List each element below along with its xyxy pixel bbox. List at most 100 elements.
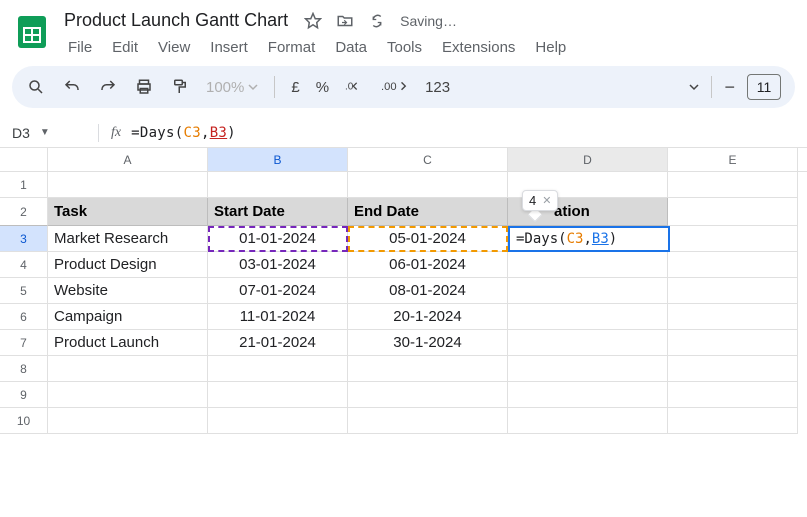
cell-C9[interactable] [348,382,508,408]
cell-B6[interactable]: 11-01-2024 [208,304,348,330]
menu-data[interactable]: Data [327,35,375,60]
cell-A10[interactable] [48,408,208,434]
doc-title[interactable]: Product Launch Gantt Chart [60,8,292,33]
font-size-decrease[interactable]: − [724,77,735,98]
move-folder-icon[interactable] [336,12,354,30]
menu-file[interactable]: File [60,35,100,60]
cell-E3[interactable] [668,226,798,252]
row-header-5[interactable]: 5 [0,278,48,304]
cell-C4[interactable]: 06-01-2024 [348,252,508,278]
cell-C7[interactable]: 30-1-2024 [348,330,508,356]
cell-E6[interactable] [668,304,798,330]
cell-A9[interactable] [48,382,208,408]
row-header-7[interactable]: 7 [0,330,48,356]
col-header-A[interactable]: A [48,148,208,171]
cell-E1[interactable] [668,172,798,198]
cell-E10[interactable] [668,408,798,434]
star-icon[interactable] [304,12,322,30]
cell-B4[interactable]: 03-01-2024 [208,252,348,278]
cell-D8[interactable] [508,356,668,382]
number-format-button[interactable]: 123 [425,79,450,96]
cell-A1[interactable] [48,172,208,198]
menu-bar: File Edit View Insert Format Data Tools … [60,35,795,60]
cell-C6[interactable]: 20-1-2024 [348,304,508,330]
select-all-corner[interactable] [0,148,48,171]
cell-A5[interactable]: Website [48,278,208,304]
cell-B10[interactable] [208,408,348,434]
print-icon[interactable] [134,77,154,97]
cell-C2[interactable]: End Date [348,198,508,226]
col-header-E[interactable]: E [668,148,798,171]
cell-D7[interactable] [508,330,668,356]
currency-button[interactable]: £ [291,79,299,96]
paint-format-icon[interactable] [170,77,190,97]
cell-A6[interactable]: Campaign [48,304,208,330]
cell-B8[interactable] [208,356,348,382]
row-header-1[interactable]: 1 [0,172,48,198]
cell-D9[interactable] [508,382,668,408]
cell-C1[interactable] [348,172,508,198]
spreadsheet-grid[interactable]: A B C D E 1 2 Task Start Date End Date a… [0,148,807,434]
formula-bar[interactable]: =Days(C3,B3) [131,125,236,141]
cell-B3[interactable]: 01-01-2024 [208,226,348,252]
cell-A8[interactable] [48,356,208,382]
cell-C10[interactable] [348,408,508,434]
cell-B1[interactable] [208,172,348,198]
name-box[interactable]: D3 ▼ [12,125,92,141]
cell-E9[interactable] [668,382,798,408]
menu-help[interactable]: Help [527,35,574,60]
decrease-decimal-icon[interactable]: .0 [345,77,365,97]
save-status: Saving… [400,13,457,29]
row-header-4[interactable]: 4 [0,252,48,278]
cell-A4[interactable]: Product Design [48,252,208,278]
row-header-6[interactable]: 6 [0,304,48,330]
menu-format[interactable]: Format [260,35,324,60]
cell-A2[interactable]: Task [48,198,208,226]
row-header-9[interactable]: 9 [0,382,48,408]
row-header-3[interactable]: 3 [0,226,48,252]
cell-B2[interactable]: Start Date [208,198,348,226]
zoom-dropdown[interactable]: 100% [206,79,258,96]
menu-extensions[interactable]: Extensions [434,35,523,60]
increase-decimal-icon[interactable]: .00 [381,77,409,97]
col-header-C[interactable]: C [348,148,508,171]
search-icon[interactable] [26,77,46,97]
cell-C5[interactable]: 08-01-2024 [348,278,508,304]
cell-E8[interactable] [668,356,798,382]
row-header-10[interactable]: 10 [0,408,48,434]
cell-A3[interactable]: Market Research [48,226,208,252]
font-size-input[interactable]: 11 [747,74,781,100]
row-header-8[interactable]: 8 [0,356,48,382]
cell-E7[interactable] [668,330,798,356]
cell-D10[interactable] [508,408,668,434]
redo-icon[interactable] [98,77,118,97]
undo-icon[interactable] [62,77,82,97]
cell-D5[interactable] [508,278,668,304]
font-dropdown-icon[interactable] [689,79,699,95]
svg-text:.00: .00 [381,81,397,93]
menu-insert[interactable]: Insert [202,35,256,60]
col-header-B[interactable]: B [208,148,348,171]
active-cell-D3[interactable]: =Days(C3,B3) [508,226,670,252]
cell-D4[interactable] [508,252,668,278]
cell-B5[interactable]: 07-01-2024 [208,278,348,304]
col-header-D[interactable]: D [508,148,668,171]
cloud-sync-icon[interactable] [368,12,386,30]
cell-B7[interactable]: 21-01-2024 [208,330,348,356]
percent-button[interactable]: % [316,79,329,96]
cell-E4[interactable] [668,252,798,278]
hint-value: 4 [529,193,536,208]
cell-C8[interactable] [348,356,508,382]
cell-C3[interactable]: 05-01-2024 [348,226,508,252]
cell-E2[interactable] [668,198,798,226]
menu-edit[interactable]: Edit [104,35,146,60]
menu-tools[interactable]: Tools [379,35,430,60]
row-header-2[interactable]: 2 [0,198,48,226]
cell-B9[interactable] [208,382,348,408]
cell-A7[interactable]: Product Launch [48,330,208,356]
cell-E5[interactable] [668,278,798,304]
close-icon[interactable]: ✕ [542,194,551,207]
menu-view[interactable]: View [150,35,198,60]
sheets-logo[interactable] [12,12,52,52]
cell-D6[interactable] [508,304,668,330]
